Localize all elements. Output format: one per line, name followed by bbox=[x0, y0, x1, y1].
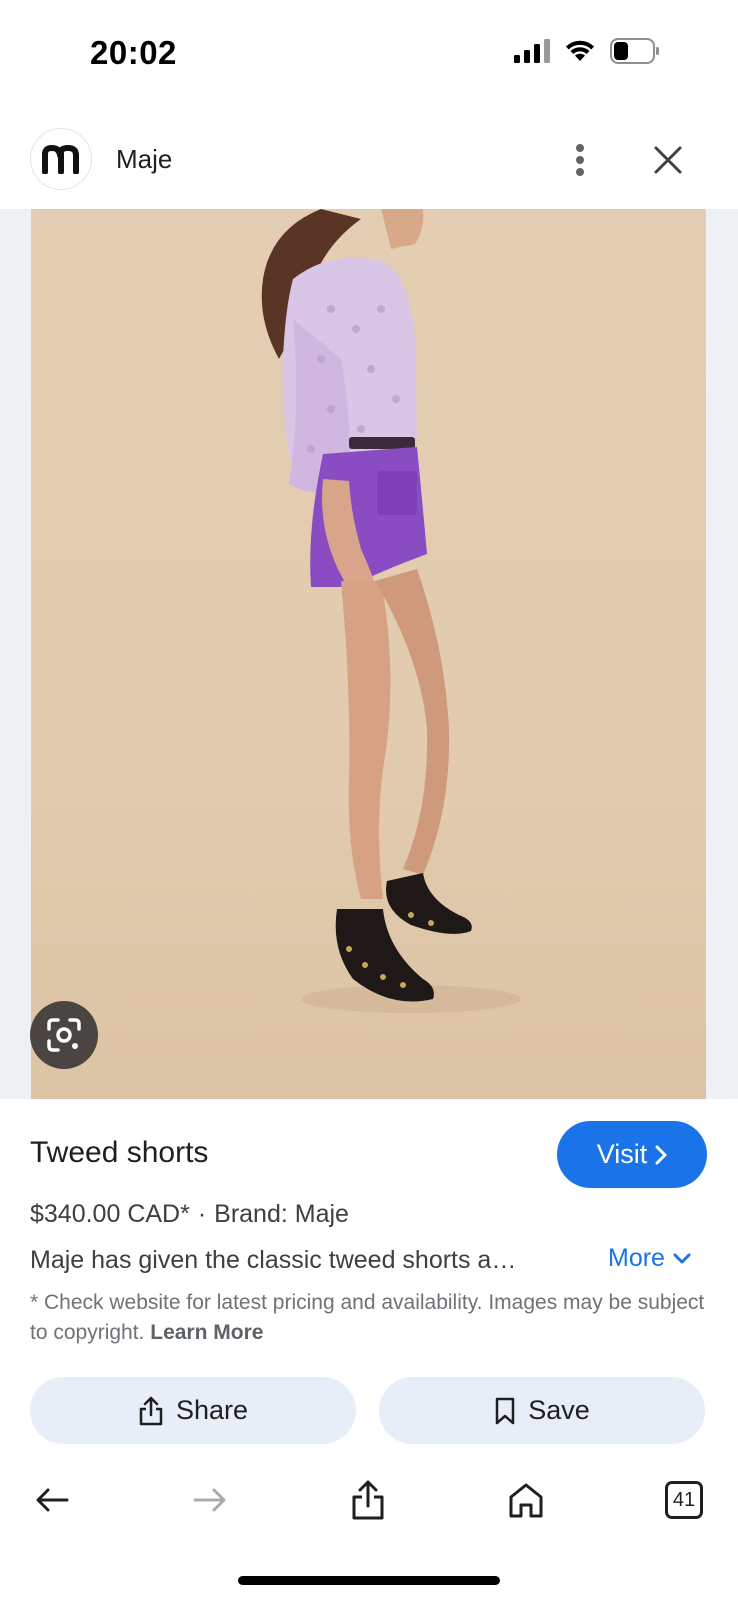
bookmark-icon bbox=[495, 1397, 515, 1424]
maje-logo-icon bbox=[42, 144, 79, 174]
product-image[interactable] bbox=[31, 209, 706, 1099]
cellular-signal-icon bbox=[514, 39, 550, 63]
separator-dot: · bbox=[197, 1200, 207, 1228]
save-label: Save bbox=[528, 1395, 590, 1425]
lens-search-icon bbox=[47, 1018, 81, 1052]
chevron-right-icon bbox=[655, 1145, 667, 1164]
product-description: Maje has given the classic tweed shorts … bbox=[30, 1246, 517, 1274]
home-icon bbox=[509, 1483, 543, 1518]
home-indicator[interactable] bbox=[238, 1576, 500, 1585]
visit-button[interactable]: Visit bbox=[557, 1121, 707, 1188]
learn-more-link[interactable]: Learn More bbox=[150, 1321, 263, 1344]
source-name[interactable]: Maje bbox=[116, 144, 172, 175]
save-button[interactable]: Save bbox=[379, 1377, 705, 1444]
model-figure-illustration bbox=[261, 209, 521, 1013]
status-bar: 20:02 bbox=[0, 0, 738, 110]
tabs-button[interactable]: 41 bbox=[656, 1472, 712, 1528]
google-lens-button[interactable] bbox=[30, 1001, 98, 1069]
chevron-down-icon bbox=[673, 1253, 691, 1263]
source-logo-avatar[interactable] bbox=[30, 128, 92, 190]
status-time: 20:02 bbox=[90, 34, 177, 71]
more-vert-icon bbox=[576, 144, 584, 176]
product-brand: Brand: Maje bbox=[214, 1200, 349, 1228]
wifi-icon bbox=[566, 40, 594, 61]
visit-label: Visit bbox=[596, 1139, 648, 1169]
status-icons bbox=[514, 38, 660, 64]
close-button[interactable] bbox=[644, 136, 692, 184]
more-options-button[interactable] bbox=[556, 136, 604, 184]
close-icon bbox=[654, 146, 682, 174]
more-label: More bbox=[608, 1244, 665, 1272]
share-label: Share bbox=[175, 1395, 249, 1425]
source-header: Maje bbox=[0, 118, 738, 210]
arrow-left-icon bbox=[36, 1488, 69, 1512]
product-price: $340.00 CAD* bbox=[30, 1200, 190, 1228]
back-button[interactable] bbox=[24, 1472, 80, 1528]
browser-share-button[interactable] bbox=[340, 1472, 396, 1528]
share-icon bbox=[139, 1396, 163, 1425]
price-brand-line: $340.00 CAD* · Brand: Maje bbox=[30, 1200, 349, 1229]
more-button[interactable]: More bbox=[608, 1244, 691, 1273]
tab-count: 41 bbox=[665, 1481, 703, 1519]
browser-bottom-nav: 41 bbox=[0, 1460, 738, 1540]
disclaimer: * Check website for latest pricing and a… bbox=[30, 1288, 710, 1348]
share-button[interactable]: Share bbox=[30, 1377, 356, 1444]
forward-button[interactable] bbox=[182, 1472, 238, 1528]
share-icon bbox=[352, 1480, 384, 1520]
battery-icon bbox=[610, 38, 659, 64]
product-title: Tweed shorts bbox=[30, 1136, 209, 1169]
home-button[interactable] bbox=[498, 1472, 554, 1528]
disclaimer-text: * Check website for latest pricing and a… bbox=[30, 1291, 705, 1344]
arrow-right-icon bbox=[193, 1488, 226, 1512]
